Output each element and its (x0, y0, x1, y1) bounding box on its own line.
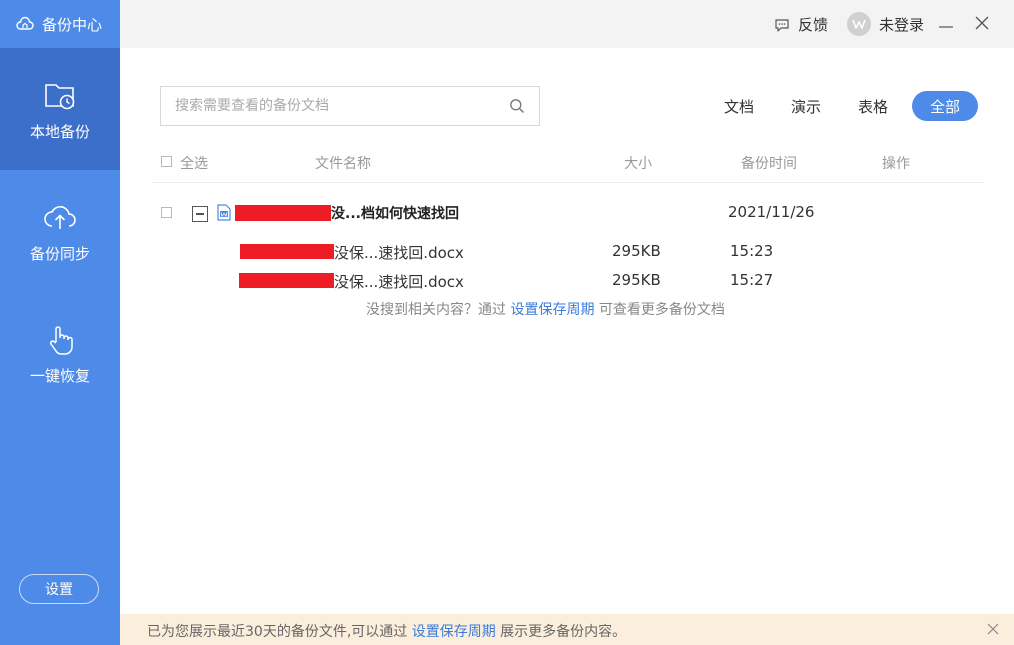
file-name[interactable]: 没保...速找回.docx (334, 271, 464, 292)
sidebar-item-label: 备份同步 (29, 244, 90, 263)
close-icon[interactable] (972, 13, 992, 33)
group-name[interactable]: 没...档如何快速找回 (331, 203, 459, 223)
filter-presentations[interactable]: 演示 (770, 91, 842, 121)
cloud-upload-icon (44, 205, 76, 229)
file-size: 295KB (612, 242, 661, 260)
hint-suffix: 可查看更多备份文档 (598, 302, 725, 318)
notice-text: 已为您展示最近30天的备份文件,可以通过 设置保存周期 展示更多备份内容。 (147, 621, 626, 641)
sidebar-item-one-click-restore[interactable]: 一键恢复 (0, 292, 120, 414)
sidebar-item-local-backup[interactable]: 本地备份 (0, 48, 120, 170)
folder-clock-icon (45, 83, 75, 109)
search-box (160, 86, 540, 126)
group-checkbox[interactable] (161, 207, 172, 218)
redacted-block (240, 244, 334, 259)
file-size: 295KB (612, 271, 661, 289)
sidebar-item-label: 本地备份 (29, 122, 90, 141)
column-header-size: 大小 (624, 156, 652, 172)
set-retention-link[interactable]: 设置保存周期 (510, 302, 594, 318)
column-header-action: 操作 (882, 156, 910, 172)
filter-tabs: 文档 演示 表格 全部 (708, 91, 978, 121)
file-time: 15:27 (730, 271, 774, 289)
word-document-icon (217, 204, 231, 221)
filter-spreadsheets[interactable]: 表格 (842, 91, 904, 121)
file-name[interactable]: 没保...速找回.docx (334, 242, 464, 263)
search-input[interactable] (161, 87, 491, 125)
avatar (847, 12, 871, 36)
wps-logo-icon (852, 19, 866, 29)
close-notice-icon[interactable] (986, 622, 1000, 636)
minimize-icon[interactable] (936, 14, 956, 34)
feedback-button[interactable]: 反馈 (774, 14, 828, 35)
header-divider (152, 182, 984, 183)
select-all-label[interactable]: 全选 (180, 153, 208, 173)
settings-button[interactable]: 设置 (19, 574, 99, 604)
column-header-time: 备份时间 (741, 156, 797, 172)
filter-documents[interactable]: 文档 (708, 91, 770, 121)
app-title: 备份中心 (42, 15, 103, 34)
sidebar: 备份中心 本地备份 备份同步 一键恢复 设置 (0, 0, 120, 645)
notice-suffix: 展示更多备份内容。 (500, 624, 627, 640)
login-button[interactable]: 未登录 (847, 12, 924, 36)
chat-bubble-icon (775, 18, 789, 32)
hand-pointer-icon (50, 325, 73, 355)
filter-all[interactable]: 全部 (912, 91, 978, 121)
hint-prefix: 没搜到相关内容？通过 (366, 302, 506, 318)
group-date: 2021/11/26 (728, 203, 815, 221)
select-all-checkbox[interactable] (161, 156, 172, 167)
search-icon[interactable] (509, 98, 525, 114)
feedback-label: 反馈 (798, 16, 829, 34)
collapse-toggle[interactable] (192, 206, 208, 222)
empty-hint: 没搜到相关内容？通过 设置保存周期 可查看更多备份文档 (366, 299, 725, 319)
notice-bar: 已为您展示最近30天的备份文件,可以通过 设置保存周期 展示更多备份内容。 (120, 614, 1014, 645)
redacted-block (239, 273, 334, 288)
column-header-name: 文件名称 (315, 156, 371, 172)
user-label: 未登录 (879, 15, 925, 34)
app-brand: 备份中心 (0, 0, 120, 48)
title-bar: 反馈 未登录 (120, 0, 1014, 48)
cloud-home-icon (16, 15, 34, 33)
sidebar-item-label: 一键恢复 (29, 366, 90, 385)
sidebar-item-backup-sync[interactable]: 备份同步 (0, 170, 120, 292)
redacted-block (235, 205, 331, 221)
file-time: 15:23 (730, 242, 774, 260)
notice-retention-link[interactable]: 设置保存周期 (412, 624, 496, 640)
notice-prefix: 已为您展示最近30天的备份文件,可以通过 (147, 624, 408, 640)
